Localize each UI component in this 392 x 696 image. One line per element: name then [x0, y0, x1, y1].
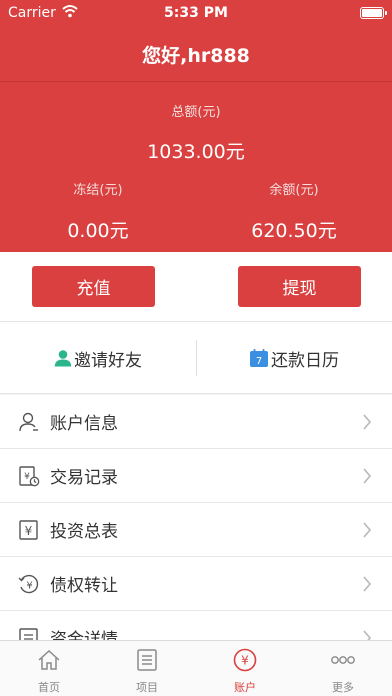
frozen-amount-label: 冻结(元): [73, 183, 123, 198]
page-title: 您好,hr888: [142, 45, 250, 67]
tab-account[interactable]: ¥ 账户: [196, 641, 294, 696]
yen-transfer-icon: ¥: [18, 574, 39, 593]
calendar-day-number: 7: [256, 356, 262, 367]
invite-user-icon: [54, 350, 72, 367]
chevron-right-icon: [363, 467, 372, 484]
yen-sheet-icon: ¥: [19, 519, 38, 540]
tab-home[interactable]: 首页: [0, 641, 98, 696]
frozen-amount-value: 0.00元: [67, 220, 129, 242]
account-summary: 总额(元) 1033.00元 冻结(元) 0.00元 余额(元) 620.50元: [0, 82, 392, 252]
invite-friends-link[interactable]: 邀请好友: [0, 322, 196, 394]
tab-label: 项目: [136, 681, 158, 694]
menu-item-label: 账户信息: [50, 414, 118, 434]
document-icon: [19, 627, 38, 640]
status-bar: Carrier 5:33 PM: [0, 0, 392, 26]
user-icon: [19, 412, 38, 431]
svg-text:¥: ¥: [241, 654, 249, 668]
withdraw-button[interactable]: 提现: [238, 266, 361, 307]
tab-bar: 首页 项目 ¥ 账户 更多: [0, 640, 392, 696]
balance-amount-label: 余额(元): [269, 183, 319, 198]
tab-label: 首页: [38, 681, 60, 694]
status-time: 5:33 PM: [164, 5, 228, 21]
more-icon: [331, 656, 355, 664]
menu-item-label: 投资总表: [50, 522, 118, 542]
menu-item-label: 交易记录: [50, 468, 118, 488]
balance-amount-value: 620.50元: [251, 220, 337, 242]
tab-more[interactable]: 更多: [294, 641, 392, 696]
tab-label: 更多: [332, 681, 354, 694]
battery-icon: [360, 7, 387, 19]
invite-friends-label: 邀请好友: [74, 350, 142, 371]
chevron-right-icon: [363, 413, 372, 430]
svg-text:¥: ¥: [25, 524, 33, 538]
quick-links: 邀请好友 7 还款日历: [0, 322, 392, 394]
repayment-calendar-link[interactable]: 7 还款日历: [196, 322, 392, 394]
calendar-icon: 7: [250, 348, 268, 367]
menu-item-label: 债权转让: [50, 576, 118, 596]
list-icon: [137, 649, 157, 671]
svg-text:¥: ¥: [24, 472, 30, 482]
menu-item-fund-details[interactable]: 资金详情: [0, 611, 392, 640]
tab-label: 账户: [234, 681, 256, 694]
total-amount-label: 总额(元): [171, 105, 221, 120]
menu-item-label: 资金详情: [50, 630, 118, 640]
menu-item-transactions[interactable]: ¥ 交易记录: [0, 449, 392, 503]
yen-circle-icon: ¥: [233, 648, 257, 672]
chevron-right-icon: [363, 629, 372, 640]
nav-header: 您好,hr888: [0, 26, 392, 82]
action-bar: 充值 提现: [0, 252, 392, 322]
menu-item-debt-transfer[interactable]: ¥ 债权转让: [0, 557, 392, 611]
chevron-right-icon: [363, 521, 372, 538]
home-icon: [38, 649, 60, 670]
menu-item-account-info[interactable]: 账户信息: [0, 395, 392, 449]
svg-text:¥: ¥: [26, 580, 32, 591]
receipt-clock-icon: ¥: [19, 465, 40, 486]
menu-item-investment-summary[interactable]: ¥ 投资总表: [0, 503, 392, 557]
repayment-calendar-label: 还款日历: [271, 350, 339, 371]
tab-projects[interactable]: 项目: [98, 641, 196, 696]
chevron-right-icon: [363, 575, 372, 592]
account-menu: 账户信息 ¥ 交易记录 ¥ 投资总表 ¥ 债权转让 资金详情: [0, 395, 392, 640]
total-amount-value: 1033.00元: [147, 141, 245, 163]
recharge-button[interactable]: 充值: [32, 266, 155, 307]
